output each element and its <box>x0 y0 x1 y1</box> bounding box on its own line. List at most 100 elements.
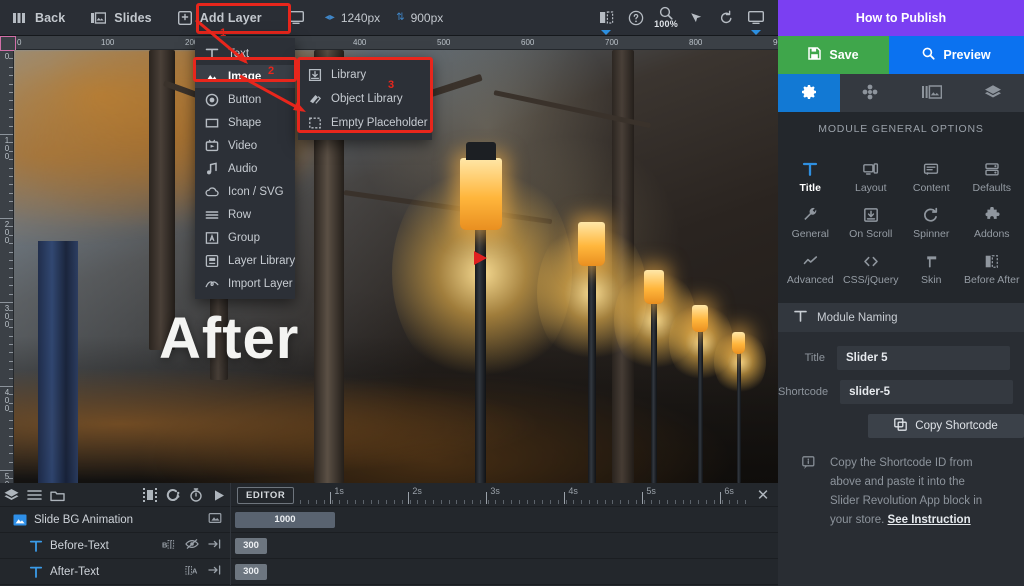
submenu-item-object-library[interactable]: Object Library <box>298 87 432 111</box>
menu-item-layer-library[interactable]: Layer Library <box>195 249 295 272</box>
timeline-row-name[interactable]: Slide BG Animation <box>0 507 230 533</box>
cursor-icon[interactable] <box>682 0 710 36</box>
slides-button[interactable]: Slides <box>78 0 164 36</box>
add-layer-label: Add Layer <box>199 10 262 25</box>
option-content[interactable]: Content <box>901 154 962 200</box>
lamp-post <box>588 260 596 483</box>
preview-button[interactable]: Preview <box>889 36 1024 74</box>
option-layout[interactable]: Layout <box>841 154 902 200</box>
menu-item-row[interactable]: Row <box>195 203 295 226</box>
timeline-row[interactable]: After-Text A 300 <box>0 558 778 585</box>
timeline-track[interactable]: 1000 <box>230 506 778 533</box>
submenu-item-library[interactable]: Library <box>298 63 432 87</box>
timeline-track[interactable]: 300 <box>230 532 778 559</box>
canvas-width-field[interactable]: ◂▸ 1240px <box>317 11 388 25</box>
help-icon[interactable] <box>622 0 650 36</box>
time-minor-tick <box>386 500 388 504</box>
option-advanced[interactable]: Advanced <box>780 246 841 292</box>
end-icon[interactable] <box>208 537 222 554</box>
menu-item-video[interactable]: Video <box>195 134 295 157</box>
save-button[interactable]: Save <box>778 36 889 74</box>
eye-off-icon[interactable] <box>185 537 199 554</box>
shortcode-input[interactable] <box>840 380 1014 404</box>
timeline-row-name[interactable]: Before-Text B <box>0 533 230 559</box>
close-icon[interactable]: ✕ <box>748 486 778 504</box>
chevron-down-icon <box>751 29 761 35</box>
timeline-row-name[interactable]: After-Text A <box>0 559 230 585</box>
add-layer-dropdown[interactable]: Text Image Button Shape Video Audio Icon… <box>195 38 295 299</box>
title-icon <box>802 161 818 177</box>
menu-item-import-layer[interactable]: Import Layer <box>195 272 295 295</box>
time-ruler[interactable]: 1s 2s 3s 4s 5s 6s <box>300 483 748 507</box>
end-icon[interactable] <box>208 563 222 580</box>
option-on-scroll[interactable]: On Scroll <box>841 200 902 246</box>
layers-icon[interactable] <box>0 483 23 507</box>
preview-device-icon[interactable] <box>742 0 770 36</box>
time-minor-tick <box>534 500 536 504</box>
vertical-ruler: 0100200300400500 <box>0 50 14 483</box>
image-submenu[interactable]: Library Object Library Empty Placeholder <box>298 58 432 140</box>
image-icon <box>205 70 219 84</box>
top-toolbar: Back Slides Add Layer ◂▸ 1240px ⇅ 900px <box>0 0 778 36</box>
option-spinner[interactable]: Spinner <box>901 200 962 246</box>
option-before-after[interactable]: Before After <box>962 246 1023 292</box>
timeline-bar[interactable]: 300 <box>235 563 267 580</box>
stopwatch-icon[interactable] <box>184 483 207 507</box>
blue-curtain <box>38 240 78 483</box>
desktop-icon <box>287 11 304 24</box>
grid-snap-icon[interactable] <box>138 483 161 507</box>
tab-settings[interactable] <box>778 74 840 112</box>
see-instruction-link[interactable]: See Instruction <box>888 514 971 526</box>
option-addons[interactable]: Addons <box>962 200 1023 246</box>
time-minor-tick <box>471 500 473 504</box>
panel-actions: Save Preview <box>778 36 1024 74</box>
menu-item-button[interactable]: Button <box>195 88 295 111</box>
tab-slides[interactable] <box>901 74 963 112</box>
ruler-label: 200 <box>4 220 10 245</box>
timeline-row[interactable]: Before-Text B 300 <box>0 532 778 559</box>
menu-item-icon-svg[interactable]: Icon / SVG <box>195 180 295 203</box>
copy-icon <box>894 418 908 434</box>
option-title[interactable]: Title <box>780 154 841 200</box>
time-minor-tick <box>549 500 551 504</box>
submenu-item-empty-placeholder[interactable]: Empty Placeholder <box>298 111 432 135</box>
zoom-icon[interactable]: 100% <box>652 0 680 36</box>
tab-layers[interactable] <box>963 74 1024 112</box>
timeline-row[interactable]: Slide BG Animation 1000 <box>0 506 778 533</box>
timeline-rows: Slide BG Animation 1000 Before-Text B 30… <box>0 506 778 585</box>
option-defaults[interactable]: Defaults <box>962 154 1023 200</box>
timeline-bar[interactable]: 300 <box>235 537 267 554</box>
library-download-icon <box>308 68 322 82</box>
timeline-track[interactable]: 300 <box>230 558 778 585</box>
after-text-layer[interactable]: After <box>159 305 299 372</box>
option-general[interactable]: General <box>780 200 841 246</box>
device-preview-button[interactable] <box>275 0 317 36</box>
option-skin[interactable]: Skin <box>901 246 962 292</box>
option-css-jquery[interactable]: CSS/jQuery <box>841 246 902 292</box>
menu-item-image[interactable]: Image <box>195 65 295 88</box>
back-button[interactable]: Back <box>0 0 78 36</box>
timeline-bar[interactable]: 1000 <box>235 511 335 528</box>
step-3-number: 3 <box>388 79 395 91</box>
copy-shortcode-button[interactable]: Copy Shortcode <box>868 414 1024 438</box>
menu-item-shape[interactable]: Shape <box>195 111 295 134</box>
play-icon[interactable] <box>207 483 230 507</box>
a-align-icon[interactable]: A <box>184 564 199 580</box>
b-align-icon[interactable]: B <box>161 538 176 554</box>
editor-tab[interactable]: EDITOR <box>237 486 295 504</box>
button-icon <box>205 93 219 107</box>
menu-item-group[interactable]: Group <box>195 226 295 249</box>
module-naming-section-header[interactable]: Module Naming <box>778 302 1024 332</box>
before-after-icon[interactable] <box>592 0 620 36</box>
menu-item-text[interactable]: Text <box>195 42 295 65</box>
menu-item-audio[interactable]: Audio <box>195 157 295 180</box>
undo-icon[interactable] <box>712 0 740 36</box>
canvas-height-field[interactable]: ⇅ 900px <box>388 11 451 25</box>
tab-move[interactable] <box>840 74 902 112</box>
image-toggle-icon[interactable] <box>208 511 222 528</box>
loop-icon[interactable] <box>161 483 184 507</box>
folder-icon[interactable] <box>46 483 69 507</box>
menu-item-label: Button <box>228 93 262 106</box>
title-input[interactable] <box>837 346 1010 370</box>
list-icon[interactable] <box>23 483 46 507</box>
